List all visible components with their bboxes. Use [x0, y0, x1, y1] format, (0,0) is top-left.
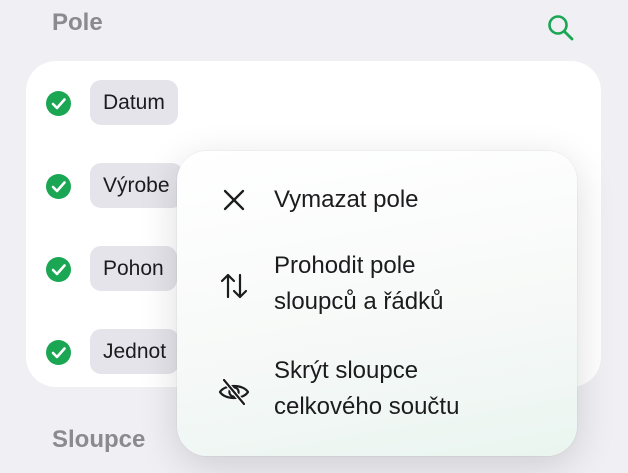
swap-arrows-icon — [220, 273, 248, 299]
menu-item-label: Prohodit pole sloupců a řádků — [274, 252, 444, 315]
menu-item-clear-fields[interactable]: Vymazat pole — [177, 181, 577, 221]
menu-item-label: Vymazat pole — [274, 186, 419, 213]
context-menu: Vymazat pole Prohodit pole sloupců a řád… — [177, 151, 577, 456]
menu-item-swap-fields[interactable]: Prohodit pole sloupců a řádků — [177, 248, 577, 324]
field-pill[interactable]: Datum — [90, 80, 178, 125]
field-pill[interactable]: Výrobe — [90, 163, 183, 208]
checkmark-circle-icon[interactable] — [46, 340, 71, 365]
checkmark-circle-icon[interactable] — [46, 91, 71, 116]
field-row-datum[interactable]: Datum — [26, 80, 601, 126]
search-button[interactable] — [545, 12, 577, 44]
checkmark-circle-icon[interactable] — [46, 257, 71, 282]
checkmark-circle-icon[interactable] — [46, 174, 71, 199]
columns-section-title: Sloupce — [52, 426, 146, 453]
close-icon — [223, 189, 245, 211]
menu-item-label: Skrýt sloupce celkového součtu — [274, 357, 460, 420]
field-pill[interactable]: Jednot — [90, 329, 180, 374]
menu-item-hide-grand-total[interactable]: Skrýt sloupce celkového součtu — [177, 353, 577, 429]
eye-slash-icon — [218, 377, 250, 407]
search-icon — [548, 15, 574, 41]
fields-section-title: Pole — [52, 9, 103, 36]
field-pill[interactable]: Pohon — [90, 246, 177, 291]
